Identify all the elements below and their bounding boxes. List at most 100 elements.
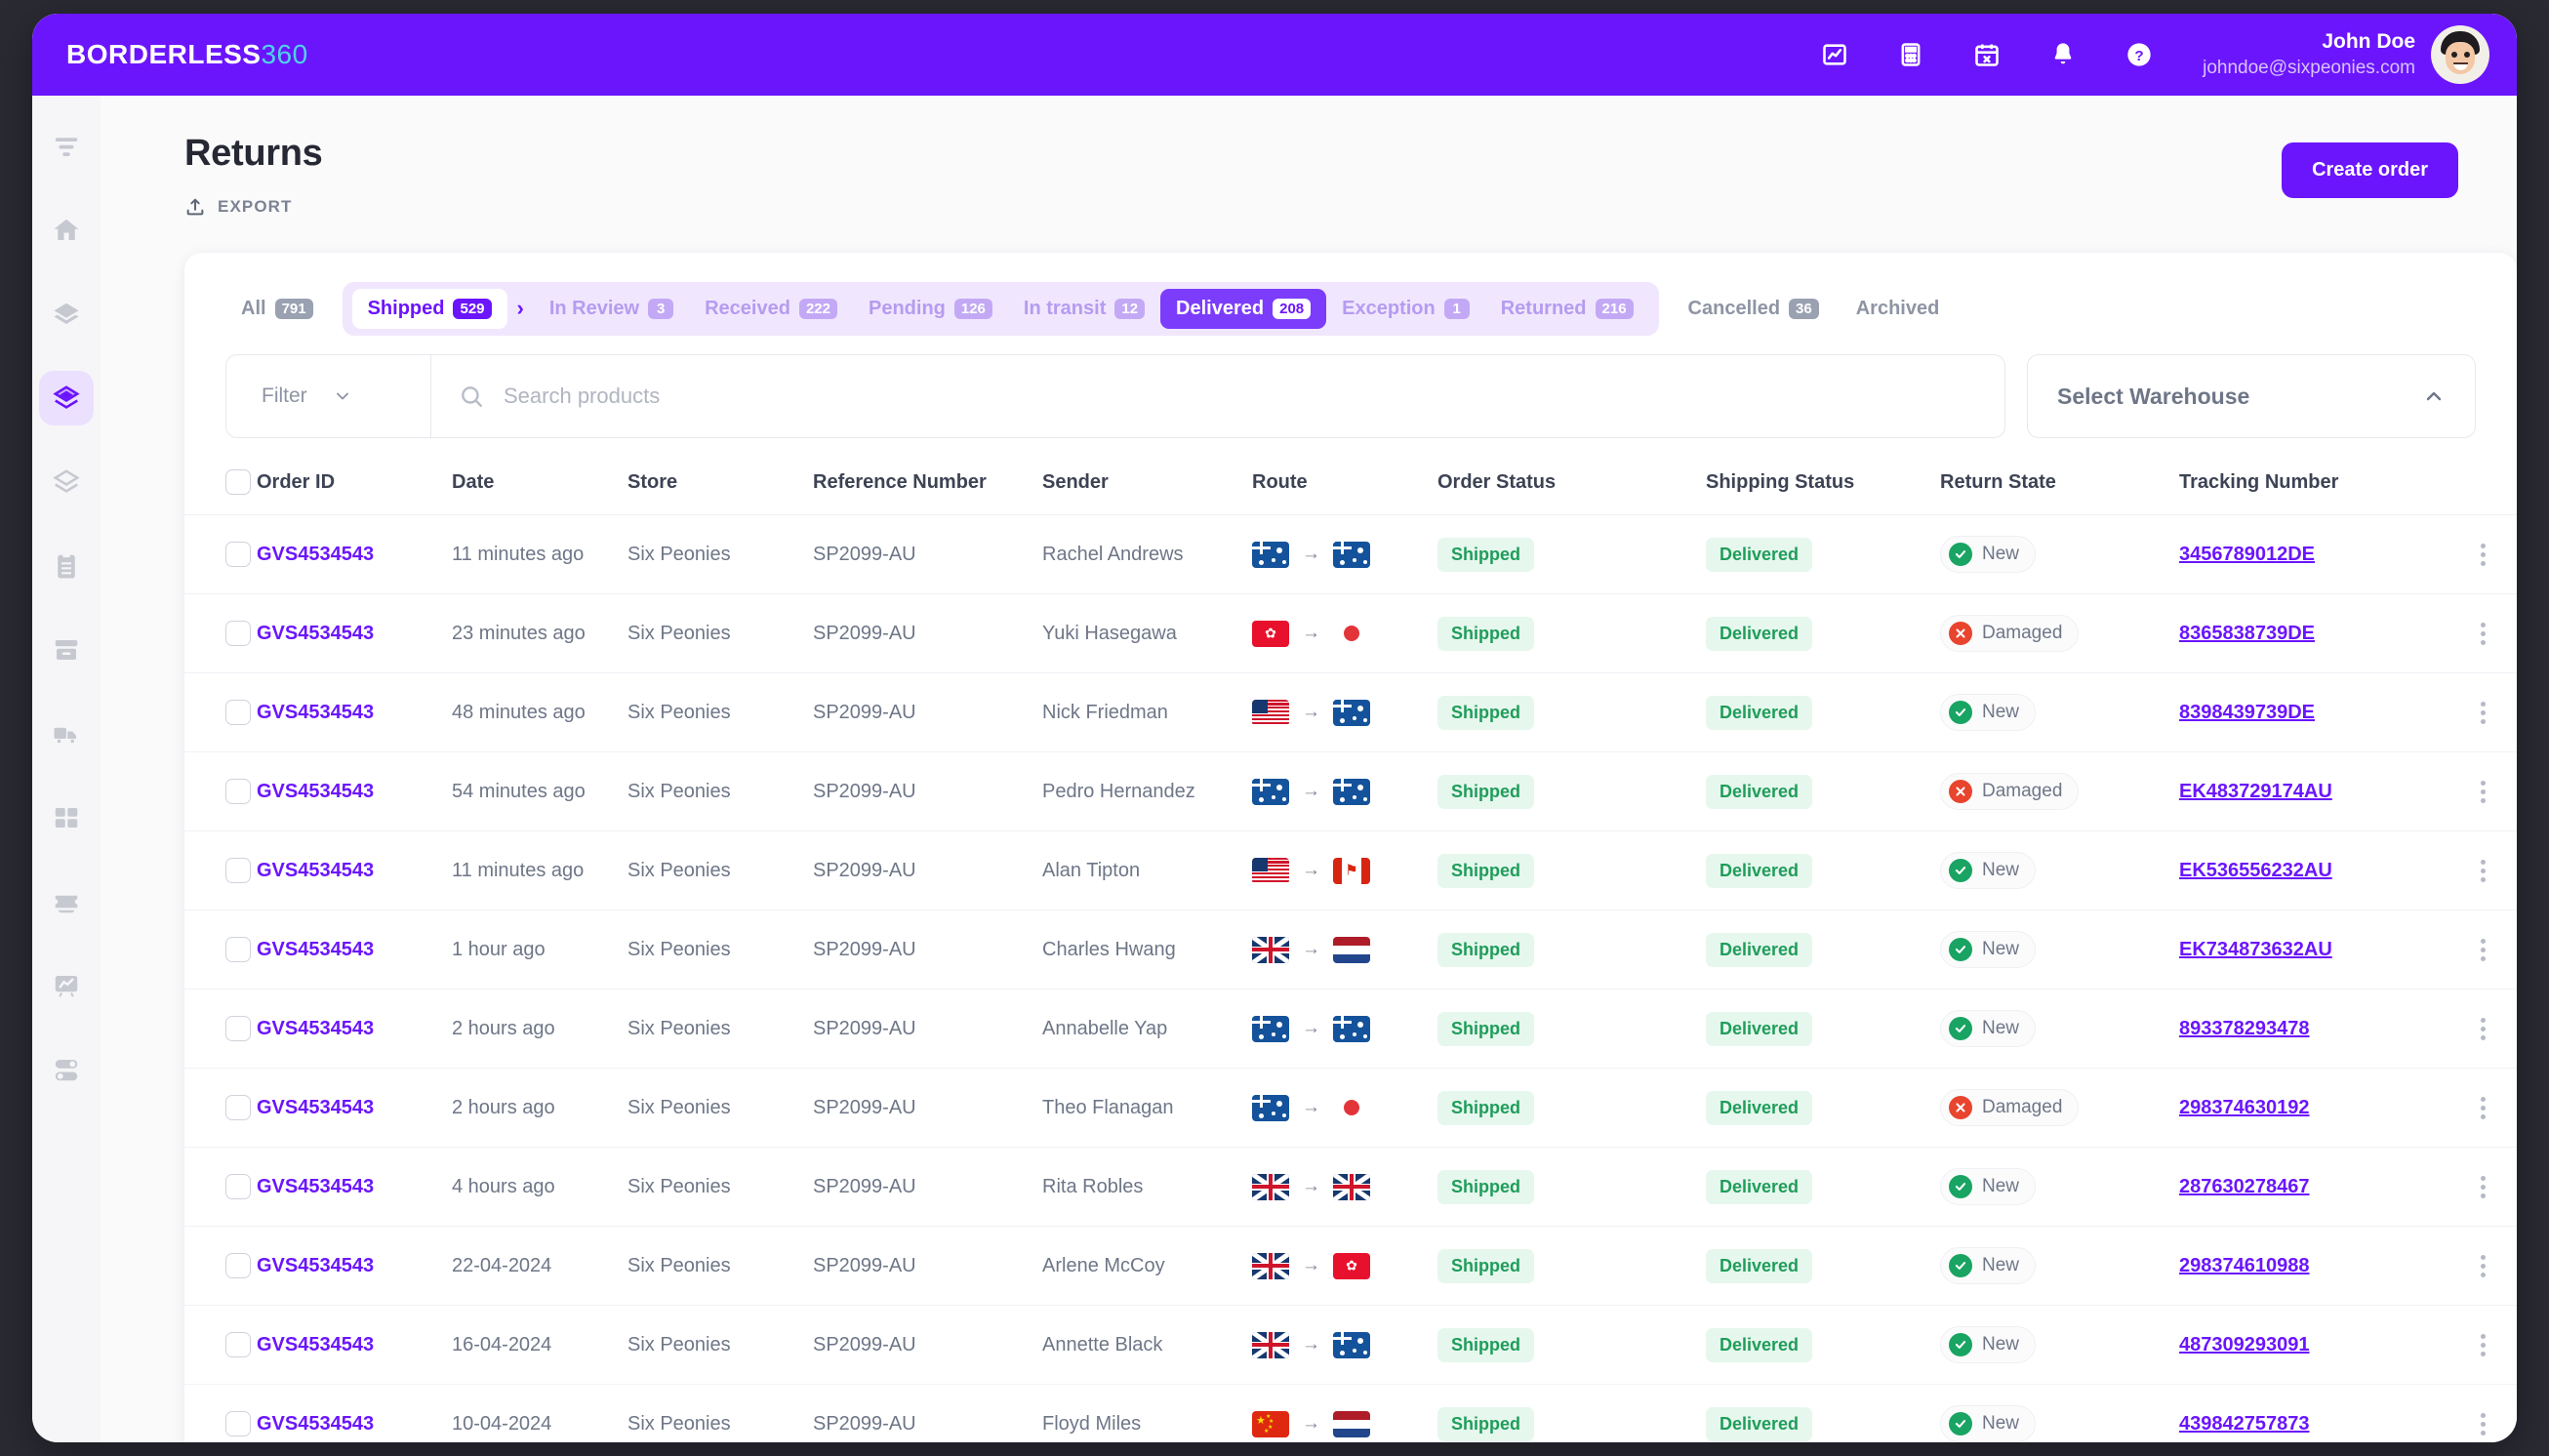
tracking-number-link[interactable]: EK483729174AU bbox=[2179, 781, 2332, 802]
column-store[interactable]: Store bbox=[627, 452, 813, 515]
tab-shipped[interactable]: Shipped 529 bbox=[351, 288, 507, 329]
tracking-number-link[interactable]: EK536556232AU bbox=[2179, 860, 2332, 881]
column-date[interactable]: Date bbox=[452, 452, 627, 515]
order-id-link[interactable]: GVS4534543 bbox=[257, 1018, 374, 1039]
table-row[interactable]: GVS4534543 22-04-2024 Six Peonies SP2099-AU… bbox=[184, 1226, 2517, 1306]
table-row[interactable]: GVS4534543 2 hours ago Six Peonies SP2099-A… bbox=[184, 989, 2517, 1069]
search-input[interactable] bbox=[504, 384, 2004, 409]
column-reference-number[interactable]: Reference Number bbox=[813, 452, 1042, 515]
tab-in-review[interactable]: In Review 3 bbox=[534, 289, 689, 329]
tracking-number-link[interactable]: 298374610988 bbox=[2179, 1255, 2309, 1276]
row-checkbox[interactable] bbox=[225, 1174, 251, 1199]
tracking-number-link[interactable]: 439842757873 bbox=[2179, 1413, 2309, 1435]
sidebar-item-home[interactable] bbox=[39, 203, 94, 258]
sidebar-item-orders[interactable] bbox=[39, 539, 94, 593]
search-container[interactable] bbox=[430, 354, 2005, 438]
tracking-number-link[interactable]: 287630278467 bbox=[2179, 1176, 2309, 1197]
tab-all[interactable]: All 791 bbox=[225, 289, 329, 329]
calculator-icon[interactable] bbox=[1888, 32, 1933, 77]
column-return-state[interactable]: Return State bbox=[1940, 452, 2179, 515]
sidebar-item-shipping[interactable] bbox=[39, 707, 94, 761]
sidebar-item-filter[interactable] bbox=[39, 119, 94, 174]
order-id-link[interactable]: GVS4534543 bbox=[257, 781, 374, 802]
row-checkbox[interactable] bbox=[225, 542, 251, 567]
row-actions-menu[interactable] bbox=[2448, 622, 2517, 645]
order-id-link[interactable]: GVS4534543 bbox=[257, 1176, 374, 1197]
row-checkbox[interactable] bbox=[225, 779, 251, 804]
tab-exception[interactable]: Exception 1 bbox=[1326, 289, 1485, 329]
row-actions-menu[interactable] bbox=[2448, 859, 2517, 882]
row-checkbox[interactable] bbox=[225, 621, 251, 646]
row-actions-menu[interactable] bbox=[2448, 1017, 2517, 1040]
warehouse-select[interactable]: Select Warehouse bbox=[2027, 354, 2476, 438]
order-id-link[interactable]: GVS4534543 bbox=[257, 702, 374, 723]
row-checkbox[interactable] bbox=[225, 700, 251, 725]
sidebar-item-inventory[interactable] bbox=[39, 623, 94, 677]
row-checkbox[interactable] bbox=[225, 1253, 251, 1278]
tab-pending[interactable]: Pending 126 bbox=[853, 289, 1008, 329]
user-info[interactable]: John Doe johndoe@sixpeonies.com bbox=[2203, 28, 2415, 81]
order-id-link[interactable]: GVS4534543 bbox=[257, 1334, 374, 1355]
order-id-link[interactable]: GVS4534543 bbox=[257, 1255, 374, 1276]
tab-in-transit[interactable]: In transit 12 bbox=[1008, 289, 1160, 329]
table-row[interactable]: GVS4534543 16-04-2024 Six Peonies SP2099-AU… bbox=[184, 1305, 2517, 1385]
tab-received[interactable]: Received 222 bbox=[689, 289, 853, 329]
order-id-link[interactable]: GVS4534543 bbox=[257, 544, 374, 565]
table-row[interactable]: GVS4534543 54 minutes ago Six Peonies SP209… bbox=[184, 751, 2517, 831]
calendar-icon[interactable] bbox=[1964, 32, 2009, 77]
avatar[interactable] bbox=[2431, 25, 2489, 84]
column-route[interactable]: Route bbox=[1252, 452, 1437, 515]
row-actions-menu[interactable] bbox=[2448, 1175, 2517, 1198]
tracking-number-link[interactable]: 487309293091 bbox=[2179, 1334, 2309, 1355]
column-shipping-status[interactable]: Shipping Status bbox=[1706, 452, 1940, 515]
table-row[interactable]: GVS4534543 23 minutes ago Six Peonies SP209… bbox=[184, 593, 2517, 673]
bell-icon[interactable] bbox=[2041, 32, 2085, 77]
row-checkbox[interactable] bbox=[225, 858, 251, 883]
row-actions-menu[interactable] bbox=[2448, 701, 2517, 724]
table-row[interactable]: GVS4534543 48 minutes ago Six Peonies SP209… bbox=[184, 672, 2517, 752]
tab-archived[interactable]: Archived bbox=[1841, 289, 1956, 329]
tracking-number-link[interactable]: 8365838739DE bbox=[2179, 623, 2315, 644]
sidebar-item-reports[interactable] bbox=[39, 958, 94, 1013]
table-row[interactable]: GVS4534543 11 minutes ago Six Peonies SP209… bbox=[184, 514, 2517, 594]
row-actions-menu[interactable] bbox=[2448, 1412, 2517, 1436]
table-row[interactable]: GVS4534543 4 hours ago Six Peonies SP2099-A… bbox=[184, 1147, 2517, 1227]
row-actions-menu[interactable] bbox=[2448, 938, 2517, 961]
select-all-checkbox[interactable] bbox=[225, 469, 251, 495]
table-row[interactable]: GVS4534543 11 minutes ago Six Peonies SP209… bbox=[184, 830, 2517, 910]
help-icon[interactable]: ? bbox=[2117, 32, 2162, 77]
row-checkbox[interactable] bbox=[225, 937, 251, 962]
order-id-link[interactable]: GVS4534543 bbox=[257, 860, 374, 881]
tracking-number-link[interactable]: 298374630192 bbox=[2179, 1097, 2309, 1118]
row-checkbox[interactable] bbox=[225, 1095, 251, 1120]
row-actions-menu[interactable] bbox=[2448, 780, 2517, 803]
column-order-id[interactable]: Order ID bbox=[257, 452, 452, 515]
tracking-number-link[interactable]: EK734873632AU bbox=[2179, 939, 2332, 960]
export-button[interactable]: EXPORT bbox=[184, 196, 2458, 218]
row-checkbox[interactable] bbox=[225, 1411, 251, 1436]
row-checkbox[interactable] bbox=[225, 1016, 251, 1041]
filter-dropdown[interactable]: Filter bbox=[225, 354, 430, 438]
order-id-link[interactable]: GVS4534543 bbox=[257, 1413, 374, 1435]
sidebar-item-products[interactable] bbox=[39, 790, 94, 845]
row-actions-menu[interactable] bbox=[2448, 1254, 2517, 1277]
sidebar-item-stack[interactable] bbox=[39, 455, 94, 509]
sidebar-item-returns[interactable] bbox=[39, 371, 94, 425]
sidebar-item-tickets[interactable] bbox=[39, 874, 94, 929]
order-id-link[interactable]: GVS4534543 bbox=[257, 1097, 374, 1118]
row-checkbox[interactable] bbox=[225, 1332, 251, 1357]
order-id-link[interactable]: GVS4534543 bbox=[257, 623, 374, 644]
table-row[interactable]: GVS4534543 2 hours ago Six Peonies SP2099-A… bbox=[184, 1068, 2517, 1148]
row-actions-menu[interactable] bbox=[2448, 1333, 2517, 1356]
tracking-number-link[interactable]: 893378293478 bbox=[2179, 1018, 2309, 1039]
tracking-number-link[interactable]: 3456789012DE bbox=[2179, 544, 2315, 565]
tab-cancelled[interactable]: Cancelled 36 bbox=[1673, 289, 1835, 329]
sidebar-item-settings[interactable] bbox=[39, 1042, 94, 1097]
order-id-link[interactable]: GVS4534543 bbox=[257, 939, 374, 960]
column-order-status[interactable]: Order Status bbox=[1437, 452, 1706, 515]
row-actions-menu[interactable] bbox=[2448, 1096, 2517, 1119]
row-actions-menu[interactable] bbox=[2448, 543, 2517, 566]
app-logo[interactable]: BORDERLESS 360 bbox=[66, 39, 308, 70]
analytics-icon[interactable] bbox=[1812, 32, 1857, 77]
sidebar-item-layers[interactable] bbox=[39, 287, 94, 342]
